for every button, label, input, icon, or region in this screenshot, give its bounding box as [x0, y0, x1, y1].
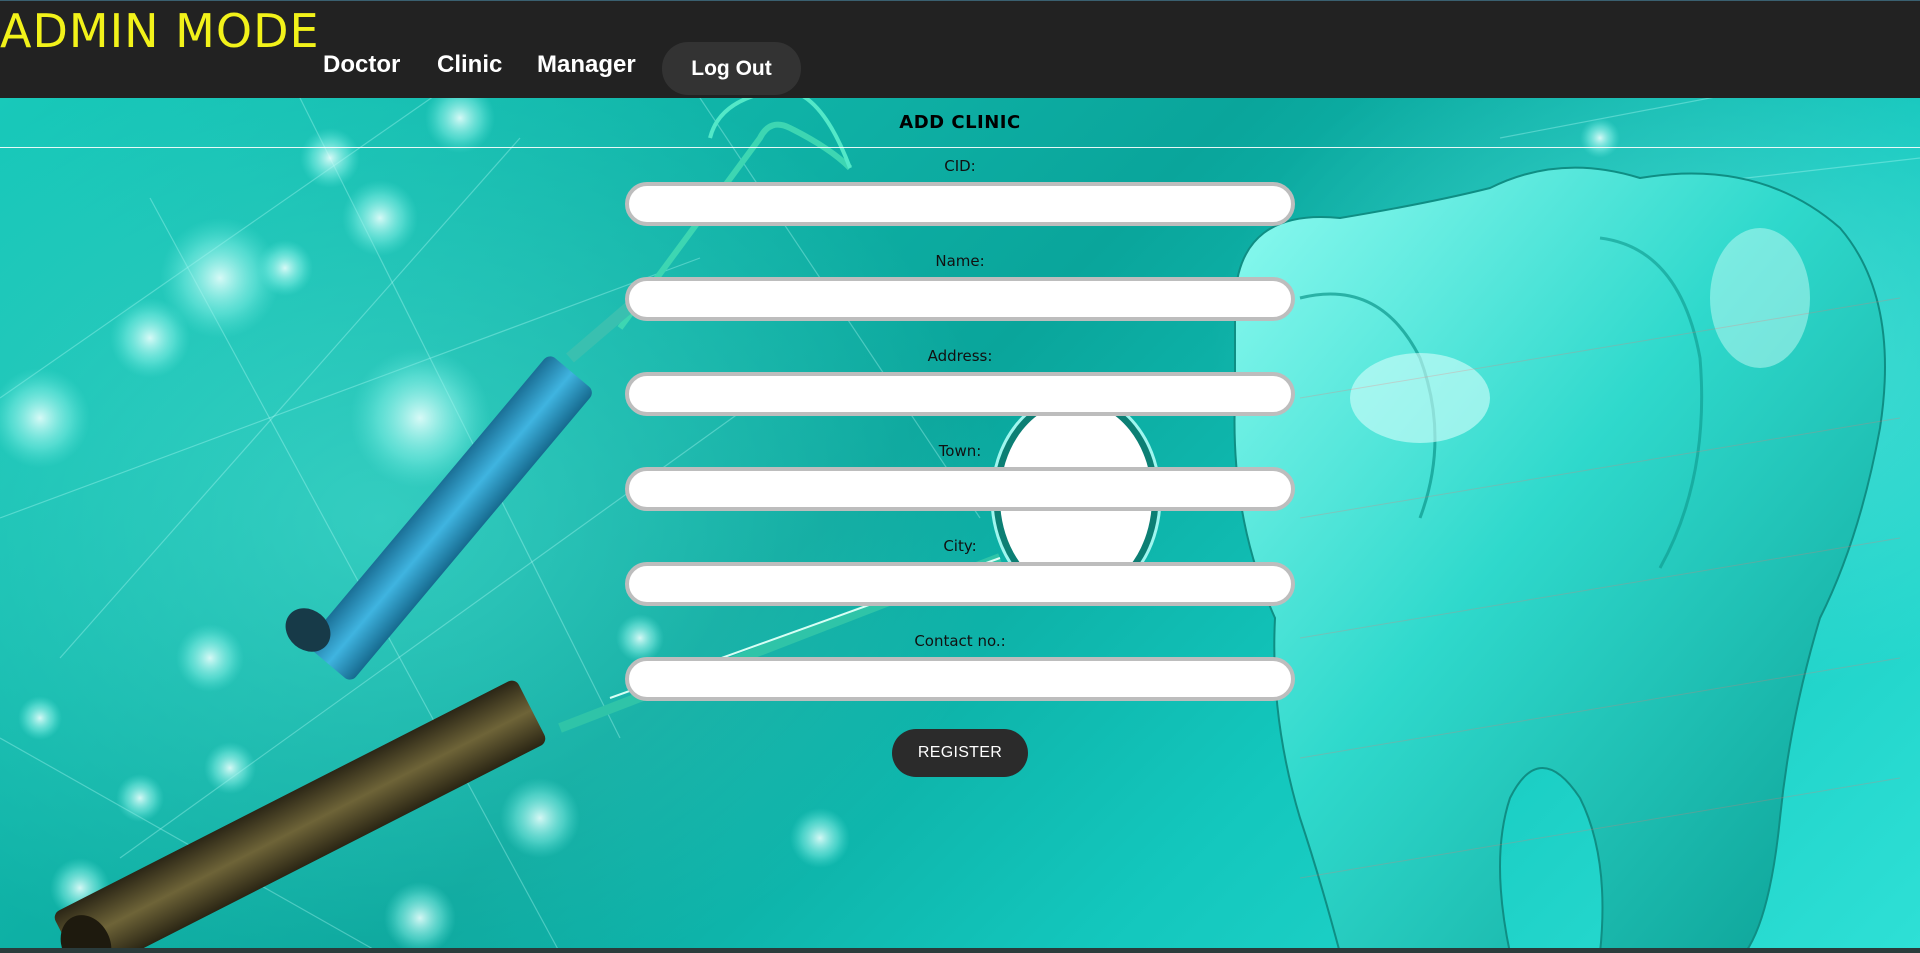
town-label: Town:	[938, 442, 982, 460]
address-input[interactable]	[625, 372, 1295, 416]
cid-label: CID:	[944, 157, 976, 175]
city-input[interactable]	[625, 562, 1295, 606]
contact-input[interactable]	[625, 657, 1295, 701]
dental-illustration	[0, 98, 1920, 953]
name-label: Name:	[935, 252, 985, 270]
nav-clinic-link[interactable]: Clinic	[437, 51, 502, 79]
nav-manager-link[interactable]: Manager	[537, 51, 636, 79]
form-title: ADD CLINIC	[899, 112, 1021, 133]
name-input[interactable]	[625, 277, 1295, 321]
city-label: City:	[943, 537, 977, 555]
logout-button[interactable]: Log Out	[662, 42, 801, 95]
town-input[interactable]	[625, 467, 1295, 511]
top-navbar: ADMIN MODE Doctor Clinic Manager Log Out	[0, 0, 1920, 98]
cid-input[interactable]	[625, 182, 1295, 226]
admin-mode-title: ADMIN MODE	[0, 4, 320, 58]
nav-doctor-link[interactable]: Doctor	[323, 51, 400, 79]
contact-label: Contact no.:	[914, 632, 1006, 650]
address-label: Address:	[927, 347, 993, 365]
tooth-graphic	[1233, 166, 1901, 953]
dental-background	[0, 98, 1920, 953]
register-button[interactable]: REGISTER	[892, 729, 1028, 777]
title-divider	[0, 147, 1920, 148]
bottom-scroll-strip	[0, 948, 1920, 953]
